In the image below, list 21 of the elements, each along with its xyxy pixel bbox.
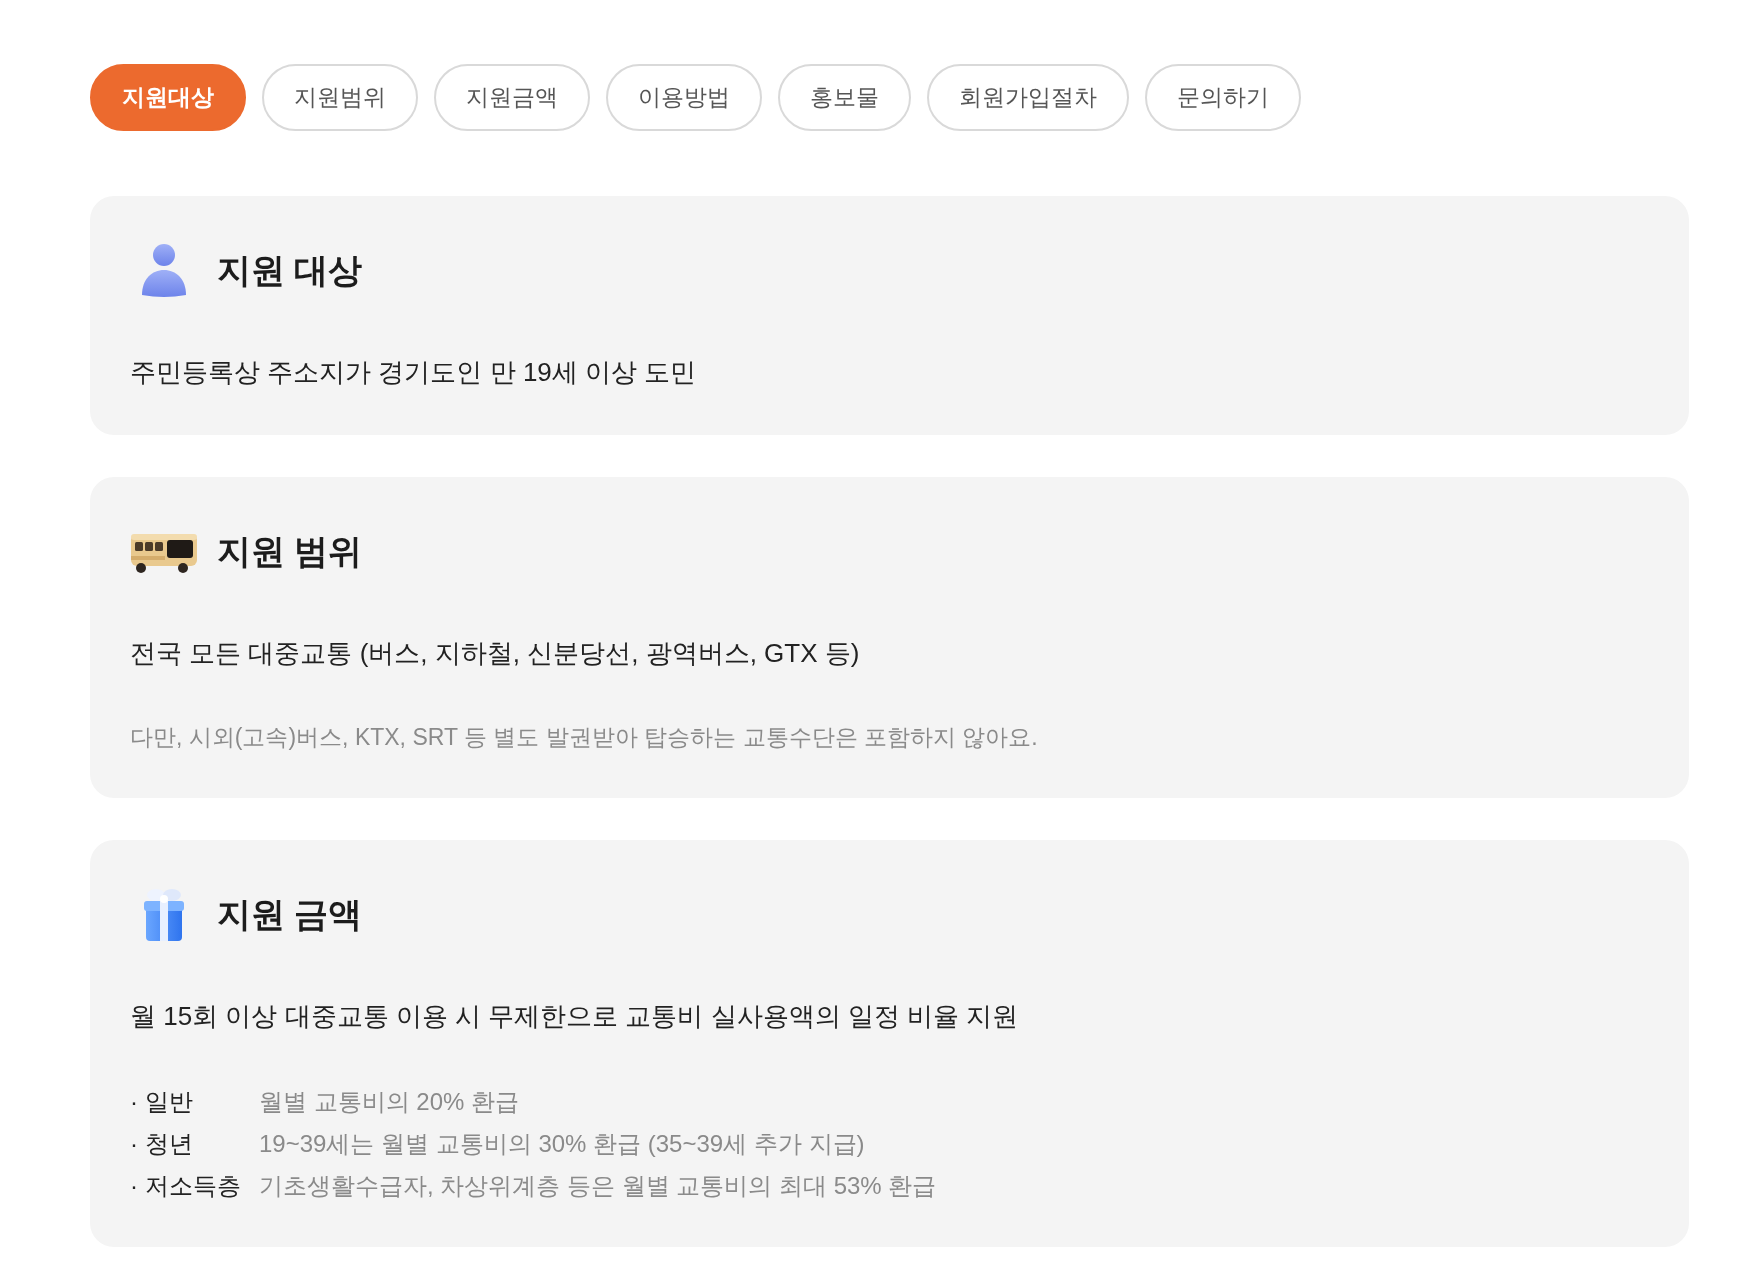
section-title: 지원 금액 — [217, 894, 363, 935]
list-label: · 일반 — [130, 1087, 194, 1117]
section-title: 지원 대상 — [217, 250, 363, 291]
tab[interactable]: 이용방법 — [606, 64, 762, 131]
tab[interactable]: 홍보물 — [778, 64, 911, 131]
tab[interactable]: 지원금액 — [434, 64, 590, 131]
section-text: 전국 모든 대중교통 (버스, 지하철, 신분당선, 광역버스, GTX 등) — [130, 637, 861, 670]
list-text: 기초생활수급자, 차상위계층 등은 월별 교통비의 최대 53% 환급 — [259, 1171, 937, 1201]
tab[interactable]: 지원범위 — [262, 64, 418, 131]
section-text: 주민등록상 주소지가 경기도인 만 19세 이상 도민 — [130, 356, 698, 389]
list-label: · 저소득층 — [130, 1171, 242, 1201]
tab[interactable]: 문의하기 — [1145, 64, 1301, 131]
list-text: 19~39세는 월별 교통비의 30% 환급 (35~39세 추가 지급) — [259, 1129, 865, 1159]
section-title: 지원 범위 — [217, 531, 363, 572]
gift-icon — [141, 887, 187, 943]
person-icon — [140, 243, 188, 299]
note-text: 다만, 시외(고속)버스, KTX, SRT 등 별도 발권받아 탑승하는 교통수단은 포함하지 않아요. — [130, 723, 1039, 752]
list-label: · 청년 — [130, 1129, 194, 1159]
list-text: 월별 교통비의 20% 환급 — [259, 1087, 520, 1117]
tab[interactable]: 회원가입절차 — [927, 64, 1129, 131]
section-text: 월 15회 이상 대중교통 이용 시 무제한으로 교통비 실사용액의 일정 비율 지원 — [130, 1000, 1020, 1033]
